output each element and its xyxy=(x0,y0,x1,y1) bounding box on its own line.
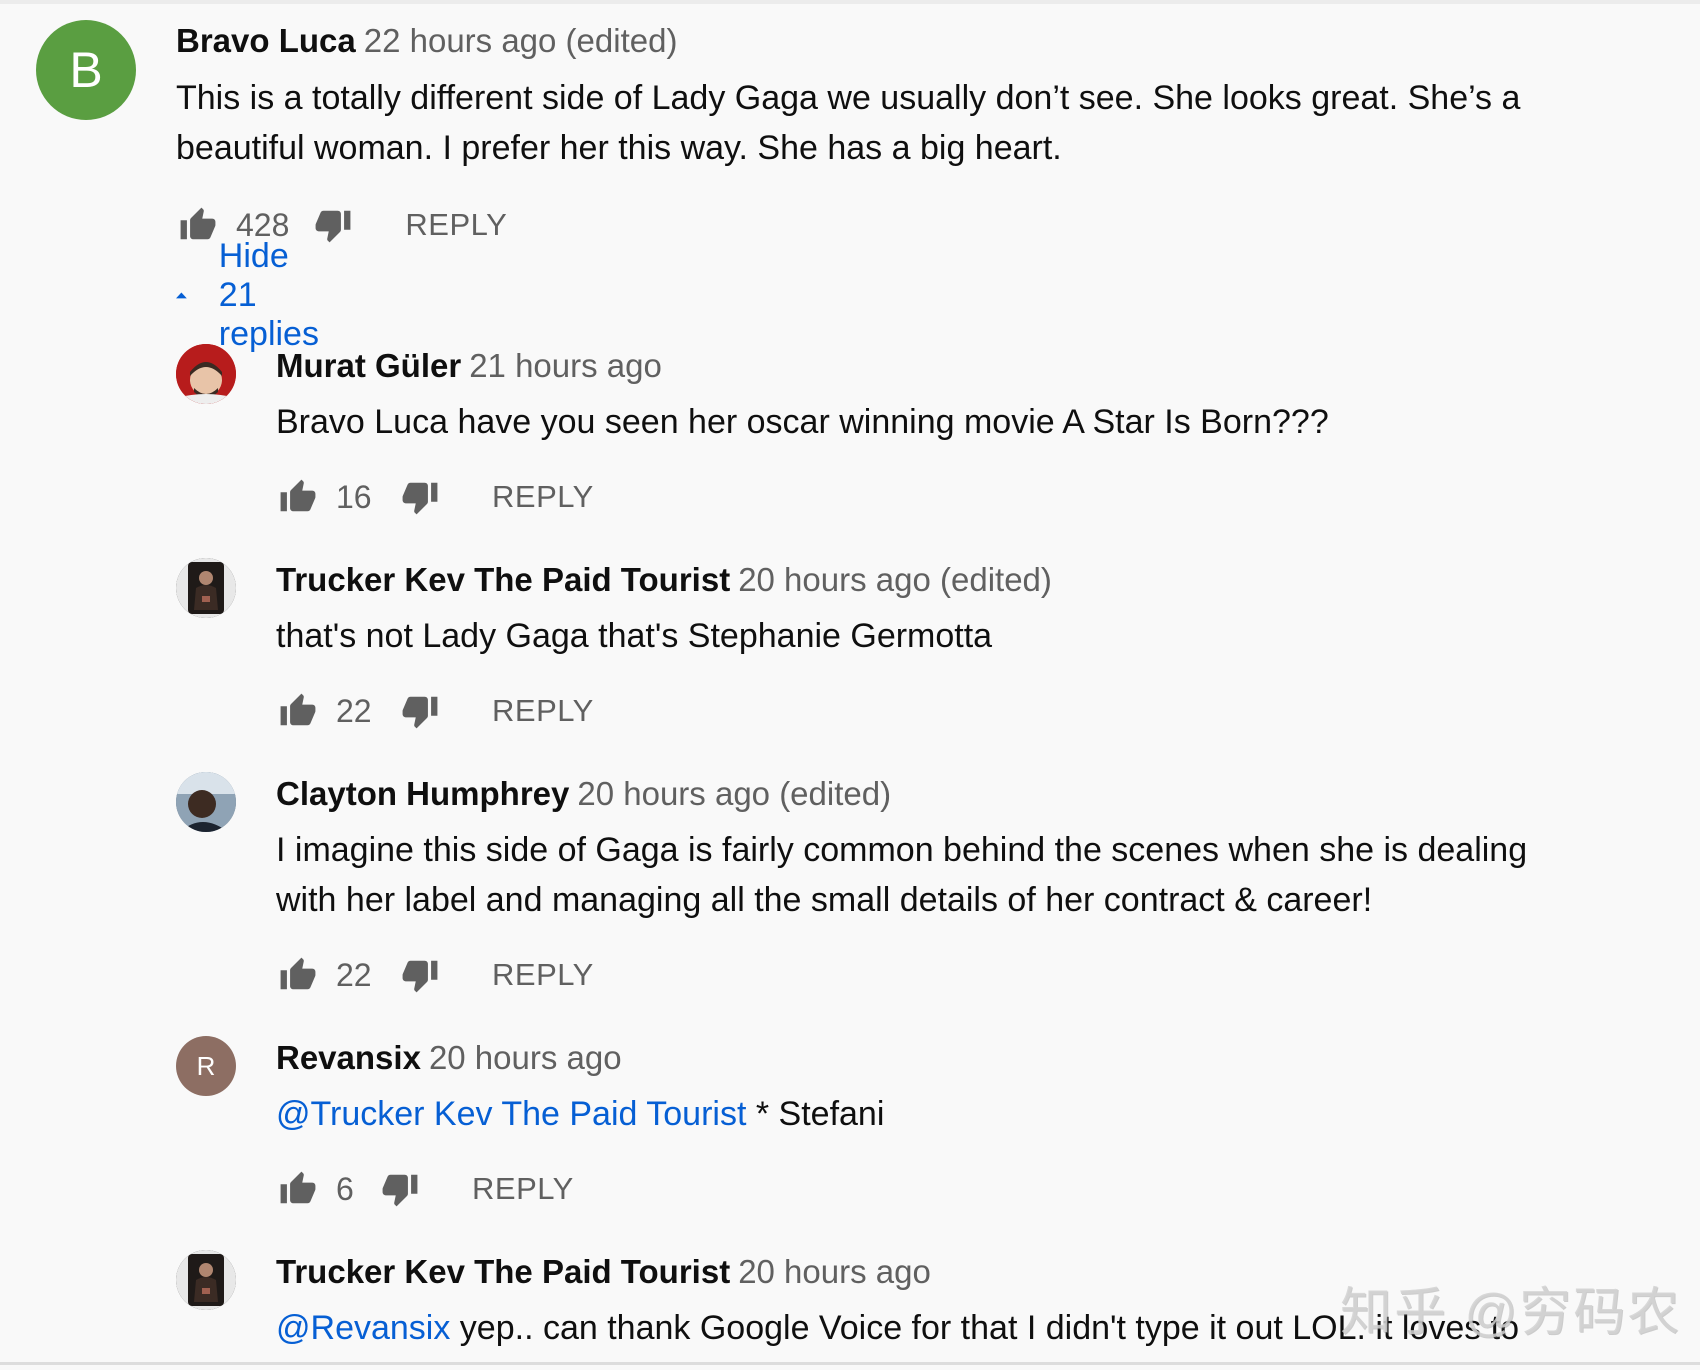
reply-text-line: I imagine this side of Gaga is fairly co… xyxy=(276,831,1528,869)
reply-actions: 22 REPLY xyxy=(276,688,594,734)
timestamp[interactable]: 20 hours ago (edited) xyxy=(577,775,891,812)
avatar[interactable]: B xyxy=(36,20,136,120)
like-button[interactable] xyxy=(276,475,320,519)
avatar[interactable] xyxy=(176,344,236,404)
reply-header: Murat Güler 21 hours ago xyxy=(276,346,662,386)
like-icon xyxy=(180,207,216,240)
reply-button[interactable]: REPLY xyxy=(492,479,594,515)
mention-link[interactable]: @Revansix xyxy=(276,1309,450,1347)
avatar-letter: R xyxy=(196,1050,216,1081)
dislike-icon xyxy=(402,482,438,515)
reply-text: I imagine this side of Gaga is fairly co… xyxy=(276,825,1527,925)
avatar[interactable] xyxy=(176,1250,236,1310)
author-name[interactable]: Murat Güler xyxy=(276,347,461,384)
like-button[interactable] xyxy=(276,953,320,997)
reply-button[interactable]: REPLY xyxy=(492,957,594,993)
dislike-icon xyxy=(402,696,438,729)
avatar[interactable]: R xyxy=(176,1036,236,1096)
reply-button[interactable]: REPLY xyxy=(405,207,507,243)
bottom-divider xyxy=(0,1362,1700,1365)
dislike-button[interactable] xyxy=(398,953,442,997)
author-name[interactable]: Bravo Luca xyxy=(176,22,356,59)
timestamp[interactable]: 21 hours ago xyxy=(469,347,662,384)
timestamp[interactable]: 20 hours ago (edited) xyxy=(738,561,1052,598)
timestamp[interactable]: 20 hours ago xyxy=(738,1253,931,1290)
comment-text-line: This is a totally different side of Lady… xyxy=(176,79,1521,117)
like-icon xyxy=(280,479,316,512)
avatar-letter: B xyxy=(69,42,103,98)
user-photo-icon xyxy=(176,772,236,832)
comment-text-line: beautiful woman. I prefer her this way. … xyxy=(176,129,1062,167)
dislike-button[interactable] xyxy=(378,1167,422,1211)
timestamp[interactable]: 22 hours ago (edited) xyxy=(364,22,678,59)
hide-replies-label: Hide 21 replies xyxy=(218,236,319,353)
comment-text: This is a totally different side of Lady… xyxy=(176,73,1520,173)
dislike-button[interactable] xyxy=(398,475,442,519)
reply-text: @Revansix yep.. can thank Google Voice f… xyxy=(276,1303,1519,1353)
avatar[interactable] xyxy=(176,558,236,618)
like-icon xyxy=(280,957,316,990)
like-button[interactable] xyxy=(176,203,220,247)
reply-text-line: @Revansix yep.. can thank Google Voice f… xyxy=(276,1303,1519,1353)
dislike-button[interactable] xyxy=(398,689,442,733)
author-name[interactable]: Trucker Kev The Paid Tourist xyxy=(276,1253,730,1290)
reply-header: Trucker Kev The Paid Tourist 20 hours ago… xyxy=(276,560,1052,600)
like-button[interactable] xyxy=(276,689,320,733)
dislike-icon xyxy=(382,1174,418,1207)
like-count: 6 xyxy=(336,1170,354,1207)
like-icon xyxy=(280,693,316,726)
user-photo-icon xyxy=(176,1250,236,1310)
reply-text-rest: * Stefani xyxy=(746,1095,885,1133)
reply-text: @Trucker Kev The Paid Tourist * Stefani xyxy=(276,1089,884,1139)
reply-text-line: with her label and managing all the smal… xyxy=(276,881,1373,919)
author-name[interactable]: Trucker Kev The Paid Tourist xyxy=(276,561,730,598)
avatar[interactable] xyxy=(176,772,236,832)
reply-header: Revansix 20 hours ago xyxy=(276,1038,622,1078)
chevron-up-icon xyxy=(176,292,187,299)
mention-link[interactable]: @Trucker Kev The Paid Tourist xyxy=(276,1095,746,1133)
user-photo-icon xyxy=(176,344,236,404)
like-count: 22 xyxy=(336,956,372,993)
reply-text-line: Bravo Luca have you seen her oscar winni… xyxy=(276,403,1329,441)
author-name[interactable]: Revansix xyxy=(276,1039,421,1076)
reply-button[interactable]: REPLY xyxy=(492,693,594,729)
like-button[interactable] xyxy=(276,1167,320,1211)
hide-replies-toggle[interactable]: Hide 21 replies xyxy=(176,237,330,353)
reply-header: Clayton Humphrey 20 hours ago (edited) xyxy=(276,774,891,814)
watermark: 知乎 @穷码农 xyxy=(1340,1284,1682,1342)
top-divider xyxy=(0,0,1700,4)
reply-actions: 16 REPLY xyxy=(276,474,594,520)
reply-actions: 22 REPLY xyxy=(276,952,594,998)
dislike-icon xyxy=(402,960,438,993)
user-photo-icon xyxy=(176,558,236,618)
reply-text: Bravo Luca have you seen her oscar winni… xyxy=(276,397,1329,447)
reply-text-line: that's not Lady Gaga that's Stephanie Ge… xyxy=(276,617,993,655)
like-count: 22 xyxy=(336,692,372,729)
comment-header: Bravo Luca 22 hours ago (edited) xyxy=(176,21,677,61)
timestamp[interactable]: 20 hours ago xyxy=(429,1039,622,1076)
reply-text: that's not Lady Gaga that's Stephanie Ge… xyxy=(276,611,992,661)
like-icon xyxy=(280,1171,316,1204)
author-name[interactable]: Clayton Humphrey xyxy=(276,775,569,812)
reply-header: Trucker Kev The Paid Tourist 20 hours ago xyxy=(276,1252,931,1292)
reply-text-line: @Trucker Kev The Paid Tourist * Stefani xyxy=(276,1089,884,1139)
like-count: 16 xyxy=(336,478,372,515)
reply-button[interactable]: REPLY xyxy=(472,1171,574,1207)
reply-actions: 6 REPLY xyxy=(276,1166,574,1212)
